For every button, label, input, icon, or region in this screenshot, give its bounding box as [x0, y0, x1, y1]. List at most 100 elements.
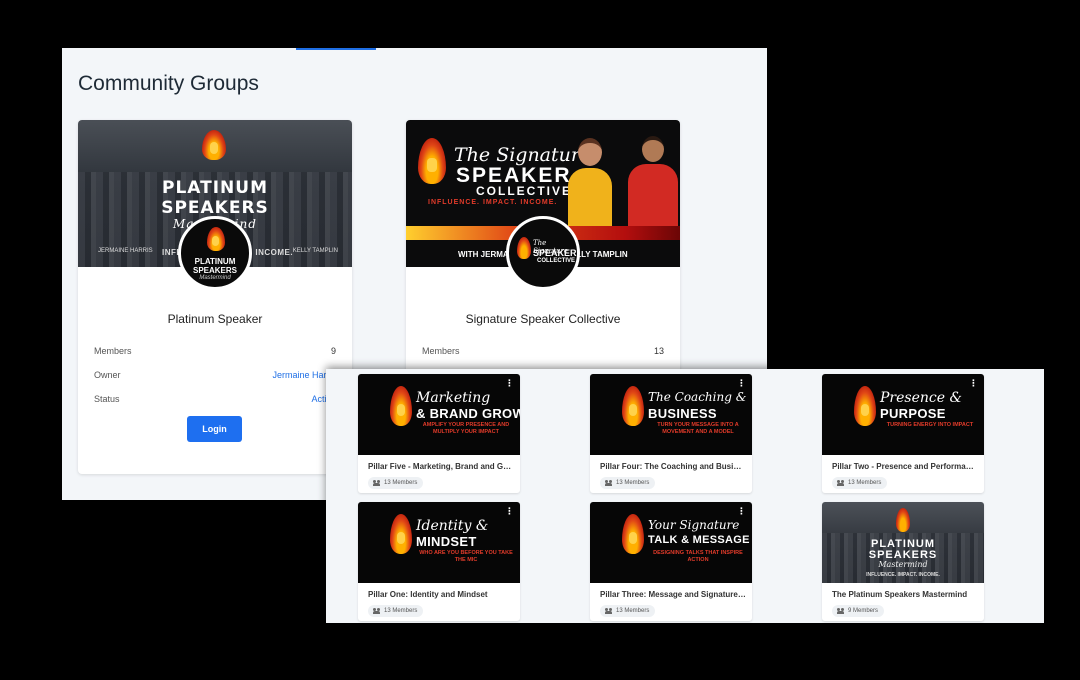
members-chip: 13 Members	[832, 477, 888, 489]
members-row: Members 13	[422, 346, 664, 356]
members-count: 13 Members	[384, 608, 418, 614]
cover-line1: Presence &	[880, 390, 962, 406]
members-chip: 13 Members	[600, 477, 656, 489]
login-button[interactable]: Login	[187, 416, 242, 442]
more-vert-icon[interactable]: ⋮	[505, 507, 514, 516]
members-label: Members	[422, 346, 460, 356]
group-tile[interactable]: Presence & PURPOSE TURNING ENERGY INTO I…	[822, 374, 984, 493]
cover-line2: BUSINESS	[648, 406, 717, 421]
microphone-icon	[397, 404, 405, 416]
cover-line2: MINDSET	[416, 534, 477, 549]
tile-cover-image: Your Signature TALK & MESSAGE DESIGNING …	[590, 502, 752, 583]
tile-name: Pillar Two - Presence and Performance	[832, 462, 978, 471]
avatar-text-line2: SPEAKER	[533, 248, 577, 258]
people-icon	[605, 608, 613, 614]
cover-tagline: INFLUENCE. IMPACT. INCOME.	[428, 199, 558, 206]
tile-name: Pillar Five - Marketing, Brand and Growt…	[368, 462, 514, 471]
tile-cover-image: Presence & PURPOSE TURNING ENERGY INTO I…	[822, 374, 984, 455]
avatar-text-line3: COLLECTIVE	[537, 258, 576, 264]
microphone-icon	[397, 532, 405, 544]
avatar-text-line3: Mastermind	[199, 275, 231, 281]
owner-label: Owner	[94, 370, 121, 380]
group-tile[interactable]: Identity & MINDSET WHO ARE YOU BEFORE YO…	[358, 502, 520, 621]
cover-title-line1: PLATINUM	[162, 178, 268, 198]
tile-cover-image: Marketing & BRAND GROWTH AMPLIFY YOUR PR…	[358, 374, 520, 455]
cover-line3: Mastermind	[878, 560, 928, 569]
microphone-icon	[861, 404, 869, 416]
tile-name: Pillar Four: The Coaching and Business F…	[600, 462, 746, 471]
status-label: Status	[94, 394, 120, 404]
group-tile[interactable]: Your Signature TALK & MESSAGE DESIGNING …	[590, 502, 752, 621]
members-chip: 13 Members	[600, 605, 656, 617]
microphone-icon	[212, 236, 219, 246]
group-tile[interactable]: Marketing & BRAND GROWTH AMPLIFY YOUR PR…	[358, 374, 520, 493]
microphone-icon	[629, 404, 637, 416]
cover-line1: Your Signature	[648, 518, 740, 532]
members-count: 9 Members	[848, 608, 879, 614]
flame-icon	[896, 508, 910, 532]
cover-line2: TALK & MESSAGE	[648, 534, 750, 546]
screenshot-stage: Community Groups PLATINUM SPEAKERS Maste…	[0, 0, 1080, 680]
tile-cover-image: The Coaching & BUSINESS TURN YOUR MESSAG…	[590, 374, 752, 455]
people-icon	[605, 480, 613, 486]
members-count: 13 Members	[616, 608, 650, 614]
avatar-text-line1: PLATINUM	[194, 257, 236, 266]
members-chip: 13 Members	[368, 605, 424, 617]
cover-line3: TURNING ENERGY INTO IMPACT	[886, 422, 974, 428]
group-tile[interactable]: The Coaching & BUSINESS TURN YOUR MESSAG…	[590, 374, 752, 493]
host-photo-female	[566, 138, 614, 236]
flame-icon	[517, 237, 531, 259]
microphone-icon	[629, 532, 637, 544]
members-count: 9	[330, 346, 336, 356]
group-tiles-panel: Marketing & BRAND GROWTH AMPLIFY YOUR PR…	[326, 369, 1044, 623]
more-vert-icon[interactable]: ⋮	[969, 379, 978, 388]
group-name: Signature Speaker Collective	[465, 312, 621, 326]
tile-name: Pillar One: Identity and Mindset	[368, 590, 488, 599]
tile-cover-image: Identity & MINDSET WHO ARE YOU BEFORE YO…	[358, 502, 520, 583]
avatar-text-line2: SPEAKERS	[192, 266, 237, 275]
members-chip: 9 Members	[832, 605, 885, 617]
more-vert-icon[interactable]: ⋮	[737, 379, 746, 388]
cover-line3: AMPLIFY YOUR PRESENCE AND MULTIPLY YOUR …	[422, 422, 510, 435]
people-icon	[837, 480, 845, 486]
cover-line1: The Coaching &	[648, 390, 747, 404]
people-icon	[837, 608, 845, 614]
more-vert-icon[interactable]: ⋮	[737, 507, 746, 516]
cover-line3: DESIGNING TALKS THAT INSPIRE ACTION	[653, 550, 743, 563]
members-count: 13 Members	[384, 480, 418, 486]
cover-line3: WHO ARE YOU BEFORE YOU TAKE THE MIC	[419, 550, 513, 563]
members-count: 13	[653, 346, 664, 356]
page-title: Community Groups	[78, 72, 259, 95]
active-tab-indicator	[296, 48, 376, 50]
group-card-platinum-speaker[interactable]: PLATINUM SPEAKERS Mastermind JERMAINE HA…	[78, 120, 352, 474]
cover-line1: Marketing	[416, 390, 491, 406]
owner-row: Owner Jermaine Harris	[94, 370, 336, 380]
microphone-icon	[427, 158, 437, 172]
tile-name: Pillar Three: Message and Signature Talk	[600, 590, 746, 599]
cover-caption-right: KELLY TAMPLIN	[292, 248, 338, 254]
members-chip: 13 Members	[368, 477, 424, 489]
cover-collective: COLLECTIVE	[476, 184, 573, 198]
more-vert-icon[interactable]: ⋮	[505, 379, 514, 388]
cover-caption-left: JERMAINE HARRIS	[98, 248, 153, 254]
tile-cover-image: PLATINUM SPEAKERS Mastermind INFLUENCE. …	[822, 502, 984, 583]
cover-title-line2: SPEAKERS	[161, 198, 269, 218]
group-name: Platinum Speaker	[167, 312, 263, 326]
members-label: Members	[94, 346, 132, 356]
cover-line1: Identity &	[416, 518, 489, 534]
status-row: Status Active	[94, 394, 336, 404]
members-row: Members 9	[94, 346, 336, 356]
tile-name: The Platinum Speakers Mastermind	[832, 590, 968, 599]
cover-line3: TURN YOUR MESSAGE INTO A MOVEMENT AND A …	[657, 422, 739, 435]
cover-line2: PURPOSE	[880, 406, 946, 421]
host-photo-male	[626, 136, 680, 236]
members-count: 13 Members	[848, 480, 882, 486]
group-tile[interactable]: PLATINUM SPEAKERS Mastermind INFLUENCE. …	[822, 502, 984, 621]
group-avatar: The Signature SPEAKER COLLECTIVE	[506, 216, 580, 290]
people-icon	[373, 480, 381, 486]
microphone-icon	[210, 142, 218, 154]
cover-line2: & BRAND GROWTH	[416, 406, 520, 421]
people-icon	[373, 608, 381, 614]
cover-line4: INFLUENCE. IMPACT. INCOME.	[866, 572, 940, 578]
group-avatar: PLATINUM SPEAKERS Mastermind	[178, 216, 252, 290]
